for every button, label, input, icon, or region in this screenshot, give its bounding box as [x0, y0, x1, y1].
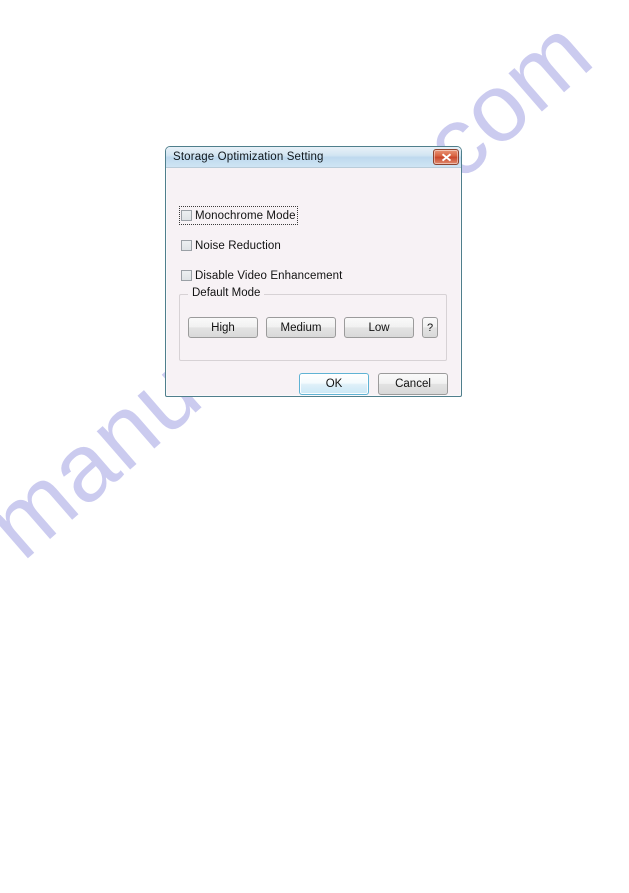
close-button[interactable] [433, 149, 459, 165]
page-watermark-layer: manualshive.com [0, 0, 629, 893]
dialog-title-bar[interactable]: Storage Optimization Setting [166, 147, 461, 168]
default-mode-group-box: Default Mode High Medium Low ? [179, 287, 447, 361]
checkbox-label-noise-reduction: Noise Reduction [195, 239, 281, 252]
cancel-button[interactable]: Cancel [378, 373, 448, 395]
storage-optimization-setting-dialog: Storage Optimization Setting Monochrome … [165, 146, 462, 397]
checkbox-row-noise-reduction[interactable]: Noise Reduction [181, 238, 281, 253]
high-button[interactable]: High [188, 317, 258, 338]
close-icon [441, 152, 452, 162]
dialog-body: Monochrome Mode Noise Reduction Disable … [166, 168, 461, 395]
checkbox-disable-video-enhancement[interactable] [181, 270, 192, 281]
default-mode-button-row: High Medium Low ? [188, 317, 438, 338]
low-button[interactable]: Low [344, 317, 414, 338]
checkbox-monochrome-mode[interactable] [181, 210, 192, 221]
checkbox-row-disable-video-enhancement[interactable]: Disable Video Enhancement [181, 268, 342, 283]
checkbox-noise-reduction[interactable] [181, 240, 192, 251]
help-button[interactable]: ? [422, 317, 438, 338]
dialog-footer-buttons: OK Cancel [299, 373, 448, 395]
medium-button[interactable]: Medium [266, 317, 336, 338]
ok-button[interactable]: OK [299, 373, 369, 395]
default-mode-group-label: Default Mode [188, 287, 265, 299]
dialog-title: Storage Optimization Setting [173, 151, 324, 163]
checkbox-row-monochrome-mode[interactable]: Monochrome Mode [179, 206, 298, 225]
checkbox-label-monochrome-mode: Monochrome Mode [195, 209, 296, 222]
checkbox-label-disable-video-enhancement: Disable Video Enhancement [195, 269, 343, 282]
